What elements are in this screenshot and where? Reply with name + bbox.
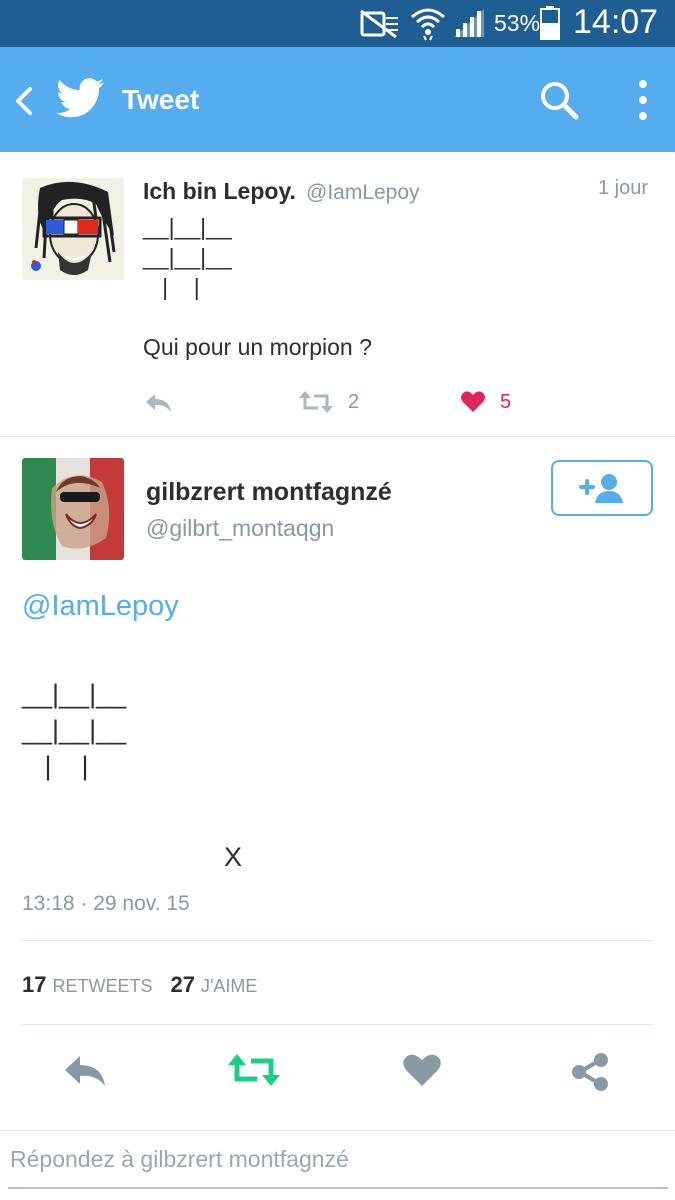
avatar-gilbzrert[interactable] [22, 458, 124, 560]
retweet-label[interactable]: RETWEETS [52, 976, 152, 996]
battery-icon [540, 6, 560, 40]
reply-icon[interactable] [143, 390, 173, 414]
tweet1-time: 1 jour [598, 177, 649, 199]
tweet2-mention-link[interactable]: @IamLepoy [22, 590, 179, 623]
signal-icon [454, 9, 484, 37]
wifi-icon [411, 8, 445, 41]
reply-bar [0, 1130, 675, 1192]
clock: 14:07 [573, 3, 659, 41]
tweet1-like-count: 5 [500, 391, 512, 413]
page-title: Tweet [122, 84, 200, 115]
divider [22, 940, 653, 941]
heart-icon[interactable] [460, 390, 486, 414]
tweet2-board: __|__|__ __|__|__ | | [22, 679, 127, 781]
share-icon[interactable] [570, 1052, 610, 1092]
avatar-ich-bin-lepoy[interactable] [22, 178, 124, 280]
reply-input[interactable] [8, 1131, 668, 1189]
twitter-bird-icon [56, 78, 104, 118]
retweet-icon[interactable] [298, 390, 334, 414]
tweet1-author-handle[interactable]: @IamLepoy [306, 181, 420, 205]
tweet2-author-handle[interactable]: @gilbrt_montaqgn [146, 515, 334, 542]
battery-percentage: 53% [494, 10, 541, 36]
overflow-menu-icon[interactable] [628, 77, 658, 123]
back-arrow-icon[interactable] [10, 83, 36, 119]
status-bar: 53% 14:07 [0, 0, 675, 47]
tweet1-body: __|__|__ __|__|__ | | Qui pour un morpio… [143, 214, 372, 360]
like-label[interactable]: J'AIME [201, 976, 257, 996]
divider [0, 436, 675, 437]
follow-button[interactable] [551, 460, 653, 516]
mute-icon [360, 9, 398, 39]
retweet-count[interactable]: 17 [22, 972, 46, 997]
tweet2-timestamp: 13:18 · 29 nov. 15 [22, 892, 190, 915]
retweet-icon[interactable] [226, 1052, 282, 1088]
follow-icon [579, 474, 623, 503]
reply-icon[interactable] [62, 1052, 108, 1088]
like-count[interactable]: 27 [171, 972, 195, 997]
search-icon[interactable] [538, 79, 580, 121]
tweet1-author-name[interactable]: Ich bin Lepoy. [143, 178, 296, 205]
heart-icon[interactable] [402, 1052, 442, 1088]
divider [22, 1024, 653, 1025]
tweet-stats: 17 RETWEETS 27 J'AIME [22, 972, 257, 998]
tweet1-retweet-count: 2 [348, 391, 360, 413]
tweet2-author-name[interactable]: gilbzrert montfagnzé [146, 478, 392, 507]
app-bar: Tweet [0, 47, 675, 152]
tweet2-mark: X [224, 842, 243, 872]
